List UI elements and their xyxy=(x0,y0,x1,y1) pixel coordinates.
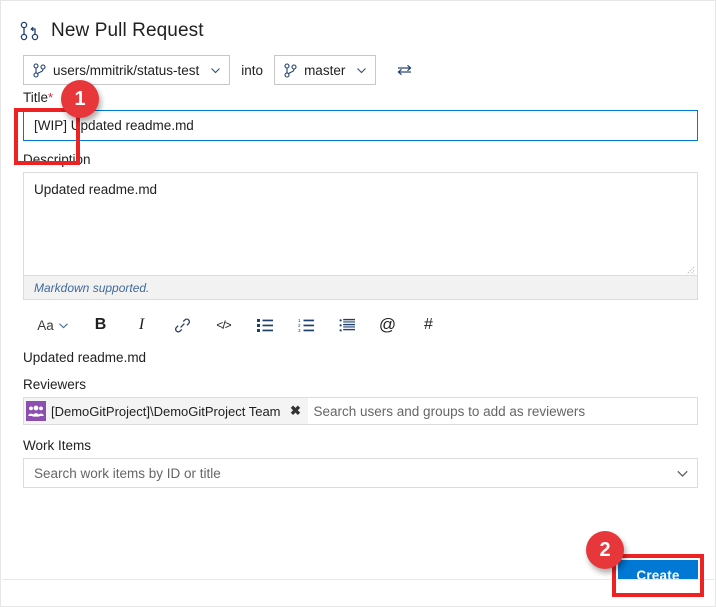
code-icon: </> xyxy=(216,318,231,332)
code-button[interactable]: </> xyxy=(203,310,244,340)
reviewers-field-group: Reviewers [DemoGitProject]\DemoGitProjec… xyxy=(23,377,698,425)
pull-request-form: Title* Description Markdown supported. xyxy=(1,90,715,488)
reviewers-label: Reviewers xyxy=(23,377,87,392)
work-items-input[interactable] xyxy=(24,460,667,486)
markdown-support-text: Markdown supported. xyxy=(34,280,150,295)
hashtag-button[interactable]: # xyxy=(408,310,449,340)
git-branch-icon xyxy=(33,62,46,78)
page-header: New Pull Request xyxy=(1,1,715,47)
title-field-group: Title* xyxy=(23,90,698,141)
markdown-toolbar: Aa B I </> 1 2 3 @ # xyxy=(23,307,698,343)
mention-button[interactable]: @ xyxy=(367,310,408,340)
description-wrapper xyxy=(23,172,698,276)
source-branch-label: users/mmitrik/status-test xyxy=(53,62,200,78)
link-button[interactable] xyxy=(162,310,203,340)
work-items-label: Work Items xyxy=(23,438,92,453)
reviewer-chip[interactable]: [DemoGitProject]\DemoGitProject Team ✖ xyxy=(24,398,308,424)
svg-text:3: 3 xyxy=(298,328,301,332)
title-label-text: Title xyxy=(23,90,49,105)
source-branch-picker[interactable]: users/mmitrik/status-test xyxy=(23,55,231,85)
chevron-down-icon xyxy=(206,65,221,76)
checklist-icon xyxy=(339,318,355,332)
branch-selection-row: users/mmitrik/status-test into master xyxy=(1,47,715,85)
font-size-label: Aa xyxy=(37,317,54,333)
italic-icon: I xyxy=(138,316,145,333)
close-icon[interactable]: ✖ xyxy=(286,400,306,422)
target-branch-label: master xyxy=(304,62,346,78)
work-items-field-group: Work Items xyxy=(23,438,698,488)
bold-button[interactable]: B xyxy=(80,310,121,340)
hashtag-icon: # xyxy=(424,316,433,333)
chevron-down-icon xyxy=(58,320,69,331)
numbered-list-button[interactable]: 1 2 3 xyxy=(285,310,326,340)
work-items-input-container[interactable] xyxy=(23,458,698,488)
footer-bar xyxy=(2,579,714,605)
bulleted-list-icon xyxy=(256,318,273,332)
reviewers-search-input[interactable] xyxy=(307,399,697,423)
title-input[interactable] xyxy=(23,110,698,141)
bulleted-list-button[interactable] xyxy=(244,310,285,340)
reviewers-input-container[interactable]: [DemoGitProject]\DemoGitProject Team ✖ xyxy=(23,397,698,425)
title-label: Title* xyxy=(23,90,698,106)
description-field-group: Description Markdown supported. xyxy=(23,152,698,300)
description-preview-text: Updated readme.md xyxy=(23,350,147,365)
new-pull-request-page: New Pull Request users/mmitrik/status-te… xyxy=(0,0,716,607)
target-branch-picker[interactable]: master xyxy=(274,55,377,85)
swap-branches-button[interactable] xyxy=(392,58,416,82)
checklist-button[interactable] xyxy=(326,310,367,340)
description-label: Description xyxy=(23,152,91,167)
numbered-list-icon: 1 2 3 xyxy=(298,318,314,332)
into-label: into xyxy=(241,62,264,78)
required-asterisk: * xyxy=(48,90,54,105)
markdown-support-note: Markdown supported. xyxy=(23,276,698,300)
font-size-dropdown[interactable]: Aa xyxy=(26,310,80,340)
chevron-down-icon xyxy=(352,65,367,76)
description-textarea[interactable] xyxy=(24,173,697,275)
italic-button[interactable]: I xyxy=(121,310,162,340)
mention-icon: @ xyxy=(378,315,397,334)
page-title: New Pull Request xyxy=(51,20,204,41)
bold-icon: B xyxy=(94,316,107,333)
link-icon xyxy=(174,317,191,334)
team-group-icon xyxy=(26,401,46,421)
git-branch-icon xyxy=(284,62,297,78)
reviewer-chip-label: [DemoGitProject]\DemoGitProject Team xyxy=(51,403,281,419)
chevron-down-icon[interactable] xyxy=(667,459,697,487)
pull-request-icon xyxy=(19,20,41,42)
swap-arrows-icon xyxy=(396,63,413,77)
